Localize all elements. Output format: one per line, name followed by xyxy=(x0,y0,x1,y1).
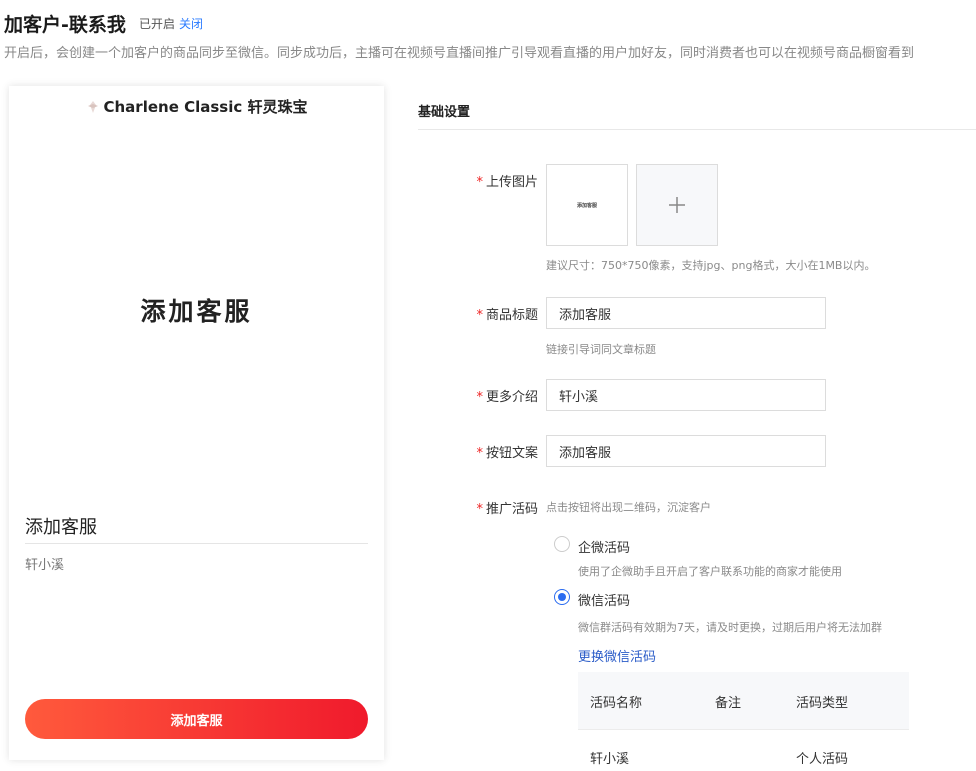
more-intro-label: * 更多介绍 xyxy=(476,390,538,405)
column-header-type: 活码类型 xyxy=(796,696,849,711)
upload-label: * 上传图片 xyxy=(476,175,538,190)
button-text-input[interactable] xyxy=(546,435,826,467)
feature-description: 开启后，会创建一个加客户的商品同步至微信。同步成功后，主播可在视频号直播间推广引… xyxy=(4,46,915,61)
page-title: 加客户-联系我 xyxy=(4,14,126,36)
table-header: 活码名称 备注 活码类型 xyxy=(578,672,909,729)
promo-code-label: * 推广活码 xyxy=(476,502,538,517)
product-title-label: * 商品标题 xyxy=(476,308,538,323)
change-wechat-code-link[interactable]: 更换微信活码 xyxy=(578,646,656,665)
product-title-hint: 链接引导词同文章标题 xyxy=(546,343,656,356)
column-header-name: 活码名称 xyxy=(590,696,643,711)
radio-wechat-code[interactable] xyxy=(554,589,570,605)
thumbnail-text: 添加客服 xyxy=(576,202,597,209)
radio-label-enterprise[interactable]: 企微活码 xyxy=(578,537,630,556)
more-intro-input[interactable] xyxy=(546,379,826,411)
enterprise-option-desc: 使用了企微助手且开启了客户联系功能的商家才能使用 xyxy=(578,565,842,578)
radio-enterprise-wechat-code[interactable] xyxy=(554,536,570,552)
cell-code-type: 个人活码 xyxy=(796,752,849,767)
preview-product-title: 添加客服 xyxy=(25,517,97,538)
add-image-button[interactable] xyxy=(636,164,718,246)
preview-divider xyxy=(25,543,368,544)
promo-code-table: 活码名称 备注 活码类型 轩小溪 个人活码 xyxy=(578,672,909,771)
required-mark: * xyxy=(476,502,483,517)
button-text-label: * 按钮文案 xyxy=(476,446,538,461)
shop-logo-icon xyxy=(86,100,100,114)
product-title-input[interactable] xyxy=(546,297,826,329)
shop-header: Charlene Classic 轩灵珠宝 xyxy=(9,96,384,117)
radio-label-wechat[interactable]: 微信活码 xyxy=(578,590,630,609)
close-link[interactable]: 关闭 xyxy=(179,15,203,32)
plus-icon xyxy=(669,197,685,213)
required-mark: * xyxy=(476,175,483,190)
preview-add-service-button[interactable]: 添加客服 xyxy=(25,699,368,739)
section-divider xyxy=(418,129,976,130)
status-text: 已开启 xyxy=(139,17,176,31)
required-mark: * xyxy=(476,390,483,405)
column-header-note: 备注 xyxy=(715,696,742,711)
wechat-option-desc: 微信群活码有效期为7天，请及时更换，过期后用户将无法加群 xyxy=(578,621,882,634)
section-title: 基础设置 xyxy=(418,105,471,120)
table-row: 轩小溪 个人活码 xyxy=(578,729,909,771)
required-mark: * xyxy=(476,446,483,461)
uploaded-image-thumbnail[interactable]: 添加客服 xyxy=(546,164,628,246)
cell-code-name: 轩小溪 xyxy=(590,752,630,767)
product-image-text: 添加客服 xyxy=(140,297,253,326)
preview-intro: 轩小溪 xyxy=(25,558,65,573)
promo-code-hint: 点击按钮将出现二维码，沉淀客户 xyxy=(546,501,711,514)
preview-card: Charlene Classic 轩灵珠宝 添加客服 添加客服 轩小溪 添加客服 xyxy=(9,86,384,760)
upload-hint: 建议尺寸：750*750像素，支持jpg、png格式，大小在1MB以内。 xyxy=(546,259,876,272)
shop-name: Charlene Classic 轩灵珠宝 xyxy=(103,98,308,116)
required-mark: * xyxy=(476,308,483,323)
